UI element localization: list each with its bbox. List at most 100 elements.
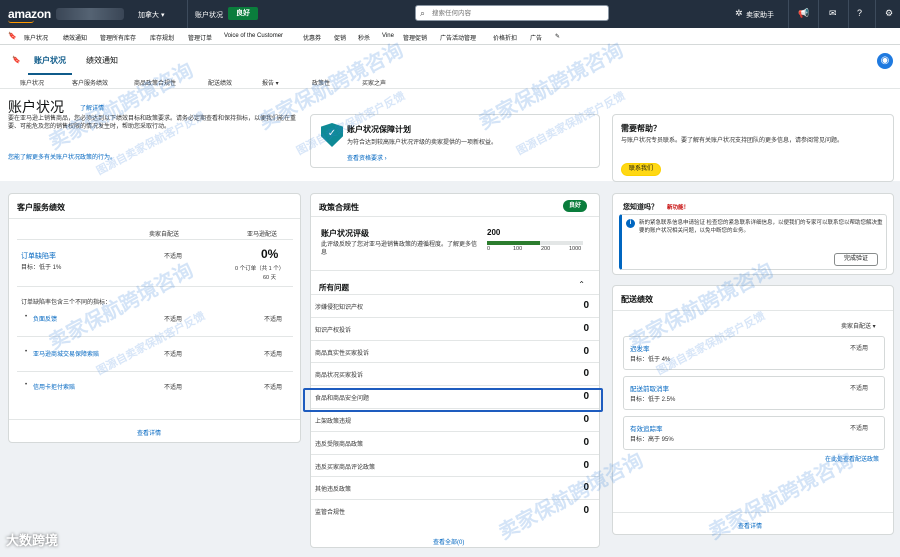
view-all-link[interactable]: 查看全部(0) [433, 537, 464, 546]
shipping-metric-box: 有效追踪率 目标：高于 95% 不适用 [623, 416, 885, 450]
issue-label[interactable]: 涉嫌侵犯知识产权 [315, 302, 363, 311]
subnav-item[interactable]: 政策性 [312, 78, 330, 87]
issue-label[interactable]: 商品状况买家投诉 [315, 370, 363, 379]
seller-assistant-button[interactable]: 卖家助手 [746, 10, 774, 20]
scale-tick: 200 [541, 246, 551, 252]
issue-count: 0 [583, 300, 589, 311]
megaphone-icon[interactable]: 📢 [798, 8, 809, 19]
nav-item[interactable]: 绩效通知 [63, 33, 87, 42]
view-details-link[interactable]: 查看详情 [137, 428, 161, 437]
subnav-item[interactable]: 买家之声 [362, 78, 386, 87]
issue-label[interactable]: 上架政策违规 [315, 416, 351, 425]
divider [311, 270, 599, 271]
customer-service-performance-card: 客户服务绩效 卖家自配送 亚马逊配送 订单缺陷率 目标：低于 1% 不适用 0%… [8, 193, 301, 443]
issue-row[interactable]: 监管合规性 0 [311, 499, 599, 521]
tab-performance-notifications[interactable]: 绩效通知 [86, 55, 118, 66]
top-bar: amazon 加拿大 ▾ 账户状况 良好 ⌕ ✲ 卖家助手 📢 ✉ ? ⚙ [0, 0, 900, 28]
tabs-row: 🔖 账户状况 绩效通知 [0, 45, 900, 75]
scale-tick: 100 [513, 246, 523, 252]
search-input[interactable] [432, 8, 602, 18]
issue-row[interactable]: 违反受限商品政策 0 [311, 430, 599, 453]
metric-seller-value: 不适用 [164, 385, 183, 391]
divider [17, 336, 293, 337]
edit-pencil-icon[interactable]: ✎ [555, 33, 560, 40]
nav-item[interactable]: 广告活动管理 [440, 33, 476, 42]
account-health-badge[interactable]: 良好 [228, 7, 258, 20]
issue-label[interactable]: 违反受限商品政策 [315, 439, 363, 448]
nav-item[interactable]: 库存规划 [150, 33, 174, 42]
subnav-item[interactable]: 账户状况 [20, 78, 44, 87]
subnav-item[interactable]: 客户服务绩效 [72, 78, 108, 87]
odr-seller-value: 不适用 [164, 254, 183, 260]
subnav-item[interactable]: 商品政策合规性 [134, 78, 176, 87]
nav-item[interactable]: 广告 [530, 33, 542, 42]
nav-item[interactable]: 账户状况 [24, 33, 48, 42]
nav-item[interactable]: 优惠券 [303, 33, 321, 42]
issue-count: 0 [583, 505, 589, 517]
mail-icon[interactable]: ✉ [829, 8, 837, 19]
nav-item[interactable]: Vine [382, 33, 394, 39]
region-selector[interactable]: 加拿大 ▾ [138, 10, 164, 20]
bookmark-icon[interactable]: 🔖 [12, 56, 21, 64]
nav-item[interactable]: 管理订单 [188, 33, 212, 42]
policy-link[interactable]: 您能了解更多有关账户状况政策的行为。 [8, 152, 298, 161]
nav-item[interactable]: 管理所有库存 [100, 33, 136, 42]
separator [875, 0, 876, 28]
chevron-up-icon[interactable]: ⌃ [578, 280, 585, 289]
help-icon[interactable]: ? [857, 8, 862, 18]
shipping-metric-box: 迟发率 目标：低于 4% 不适用 [623, 336, 885, 370]
metric-amazon-value: 不适用 [264, 385, 283, 391]
policy-status-badge: 良好 [563, 200, 587, 212]
learn-more-link[interactable]: 了解详情 [80, 103, 104, 112]
nav-item[interactable]: 促销 [334, 33, 346, 42]
metric-a-to-z-claims[interactable]: 亚马逊商城交易保障索赔 [33, 349, 99, 358]
odr-label[interactable]: 订单缺陷率 [21, 251, 56, 261]
separator [818, 0, 819, 28]
account-health-label[interactable]: 账户状况 [195, 10, 223, 20]
search-box[interactable]: ⌕ [415, 5, 609, 21]
rating-description[interactable]: 此评级反映了您对亚马逊销售政策的遵循程度。了解更多信息 [321, 241, 481, 257]
nav-item[interactable]: Voice of the Customer [224, 33, 283, 39]
sub-navigation: 账户状况 客户服务绩效 商品政策合规性 配送绩效 报告 ▾ 政策性 买家之声 [0, 75, 900, 89]
fulfillment-filter[interactable]: 卖家自配送 ▾ [841, 321, 876, 330]
issue-row[interactable]: 知识产权投诉 0 [311, 316, 599, 339]
issue-row[interactable]: 其他违反政策 0 [311, 476, 599, 498]
nav-item[interactable]: 管理促销 [403, 33, 427, 42]
metric-cancellation-rate[interactable]: 配送前取消率 [630, 383, 669, 393]
amazon-logo[interactable]: amazon [8, 7, 51, 21]
metric-chargeback-claims[interactable]: 信用卡拒付索赔 [33, 382, 75, 391]
scale-tick: 0 [487, 246, 491, 252]
issue-label[interactable]: 监管合规性 [315, 507, 345, 516]
gear-icon[interactable]: ⚙ [885, 8, 893, 19]
separator [187, 0, 188, 28]
issue-row[interactable]: 违反买家商品评论政策 0 [311, 453, 599, 476]
nav-item[interactable]: 秒杀 [358, 33, 370, 42]
issue-row[interactable]: 商品真实性买家投诉 0 [311, 339, 599, 362]
divider [17, 286, 293, 287]
issue-row[interactable]: 商品状况买家投诉 0 [311, 362, 599, 384]
metric-negative-feedback[interactable]: 负面反馈 [33, 314, 57, 323]
nav-item[interactable]: 价格折扣 [493, 33, 517, 42]
divider [17, 371, 293, 372]
issue-label[interactable]: 违反买家商品评论政策 [315, 462, 375, 471]
metric-valid-tracking-rate[interactable]: 有效追踪率 [630, 423, 663, 433]
tab-account-health[interactable]: 账户状况 [34, 55, 66, 66]
separator [788, 0, 789, 28]
info-icon: i [626, 219, 635, 228]
bookmark-icon[interactable]: 🔖 [8, 32, 17, 40]
subnav-item[interactable]: 配送绩效 [208, 78, 232, 87]
view-eligibility-link[interactable]: 查看资格要求 › [347, 153, 387, 162]
issue-label[interactable]: 知识产权投诉 [315, 325, 351, 334]
view-details-link[interactable]: 查看详情 [738, 521, 762, 530]
metric-late-dispatch-rate[interactable]: 迟发率 [630, 343, 650, 353]
issue-label[interactable]: 商品真实性买家投诉 [315, 348, 369, 357]
complete-verification-button[interactable]: 完成验证 [834, 253, 878, 266]
contact-us-button[interactable]: 联系我们 [621, 163, 661, 176]
shipping-policy-link[interactable]: 在此处查看配送政策 [825, 454, 879, 463]
metric-value: 不适用 [850, 386, 869, 392]
globe-icon[interactable]: ◉ [877, 53, 893, 69]
issue-label[interactable]: 其他违反政策 [315, 484, 351, 493]
help-card: 需要帮助？ 与账户状况专员联系。要了解有关账户状况支持团队的更多信息，请参阅常见… [612, 114, 894, 182]
subnav-item[interactable]: 报告 ▾ [262, 78, 279, 87]
issue-row[interactable]: 涉嫌侵犯知识产权 0 [311, 294, 599, 316]
